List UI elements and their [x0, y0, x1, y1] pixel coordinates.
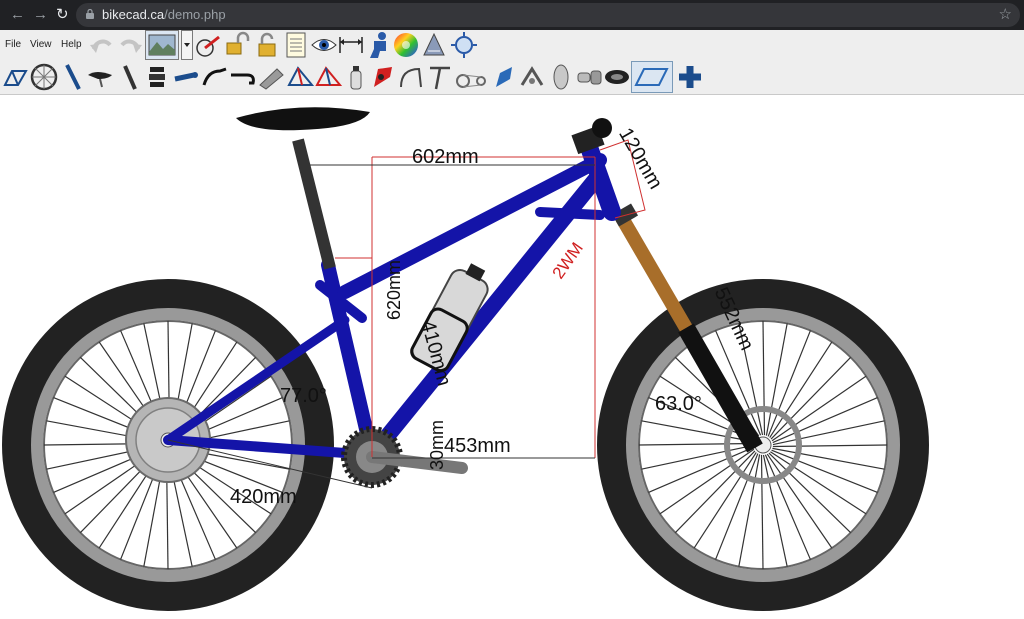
unlock-icon[interactable]	[224, 31, 252, 59]
wheel-icon[interactable]	[30, 63, 58, 91]
seatpost	[292, 138, 336, 270]
sketch-icon[interactable]	[420, 31, 448, 59]
frame-blue-red-icon[interactable]	[314, 63, 342, 91]
spoke	[693, 452, 757, 549]
menu-help[interactable]: Help	[61, 39, 82, 50]
lock-icon[interactable]	[253, 31, 281, 59]
bottle-icon[interactable]	[342, 63, 370, 91]
menu-bar: File View Help	[0, 30, 1024, 60]
fork-icon[interactable]	[59, 63, 87, 91]
spoke	[770, 451, 867, 515]
menu-view[interactable]: View	[30, 39, 52, 50]
drop-bar-icon[interactable]	[229, 63, 257, 91]
color-wheel-icon[interactable]	[392, 31, 420, 59]
frame-outline-icon[interactable]	[631, 61, 673, 93]
saddle	[236, 107, 370, 131]
spoke	[638, 442, 754, 446]
drivetrain-icon[interactable]	[455, 63, 489, 91]
caliper-icon[interactable]	[518, 63, 546, 91]
bookmark-star-icon[interactable]: ☆	[999, 5, 1012, 23]
brake-icon[interactable]	[397, 63, 425, 91]
component-toolbar	[0, 60, 1024, 95]
spoke	[760, 454, 764, 570]
eye-icon[interactable]	[310, 31, 338, 59]
add-icon[interactable]	[676, 63, 704, 91]
dim-head-angle[interactable]: 63.0°	[655, 393, 702, 415]
frame-icon[interactable]	[2, 63, 30, 91]
dim-chainstay[interactable]: 420mm	[230, 486, 297, 508]
spoke	[769, 341, 833, 438]
forward-icon[interactable]: →	[33, 6, 48, 24]
url-path: /demo.php	[164, 7, 226, 22]
address-bar[interactable]: bikecad.ca/demo.php ☆	[76, 3, 1020, 27]
url-host: bikecad.ca	[102, 7, 165, 22]
dim-seat-tube-c[interactable]: 620mm	[384, 260, 404, 320]
brake-hood-icon[interactable]	[368, 63, 396, 91]
gear-icon[interactable]	[603, 63, 631, 91]
spoke	[772, 444, 888, 448]
rider-icon[interactable]	[364, 31, 392, 59]
browser-chrome: ← → ↻ bikecad.ca/demo.php ☆	[0, 0, 1024, 30]
dimension-icon[interactable]	[337, 31, 365, 59]
dropdown-arrow-icon[interactable]	[181, 30, 193, 60]
saddle-icon[interactable]	[86, 63, 114, 91]
undo-icon[interactable]	[88, 31, 116, 59]
dim-reach[interactable]: 453mm	[444, 435, 511, 457]
seatpost-icon[interactable]	[115, 63, 143, 91]
reload-icon[interactable]: ↻	[56, 6, 69, 24]
spoke	[762, 320, 766, 436]
headset-icon[interactable]	[143, 63, 171, 91]
stem-icon[interactable]	[172, 63, 200, 91]
handlebar-icon[interactable]	[200, 63, 228, 91]
redo-icon[interactable]	[116, 31, 144, 59]
bike-drawing[interactable]: 2WM 602mm 120mm 620mm 410mm 552mm 77.0° …	[0, 95, 1024, 614]
derailleur-icon[interactable]	[490, 63, 518, 91]
bike-wheel-icon[interactable]	[195, 31, 223, 59]
dim-top-tube[interactable]: 602mm	[412, 146, 479, 168]
menu-file[interactable]: File	[5, 39, 21, 50]
tube-icon[interactable]	[547, 63, 575, 91]
zoom-fit-icon[interactable]	[450, 31, 478, 59]
lock-icon	[86, 9, 94, 19]
shifter-icon[interactable]	[575, 63, 603, 91]
front-wheel	[597, 279, 929, 611]
back-icon[interactable]: ←	[10, 6, 25, 24]
frame-red-blue-icon[interactable]	[286, 63, 314, 91]
background-image-icon[interactable]	[145, 30, 179, 60]
bike-drawing-canvas[interactable]: 2WM 602mm 120mm 620mm 410mm 552mm 77.0° …	[0, 95, 1024, 614]
crank-icon[interactable]	[257, 63, 285, 91]
frame-decal: 2WM	[549, 239, 587, 282]
dim-head-tube[interactable]: 120mm	[614, 124, 666, 193]
dim-seat-angle[interactable]: 77.0°	[280, 385, 327, 407]
notepad-icon[interactable]	[282, 31, 310, 59]
stem-angle-icon[interactable]	[426, 63, 454, 91]
url-text: bikecad.ca/demo.php	[102, 7, 226, 22]
handlebar	[592, 118, 612, 138]
